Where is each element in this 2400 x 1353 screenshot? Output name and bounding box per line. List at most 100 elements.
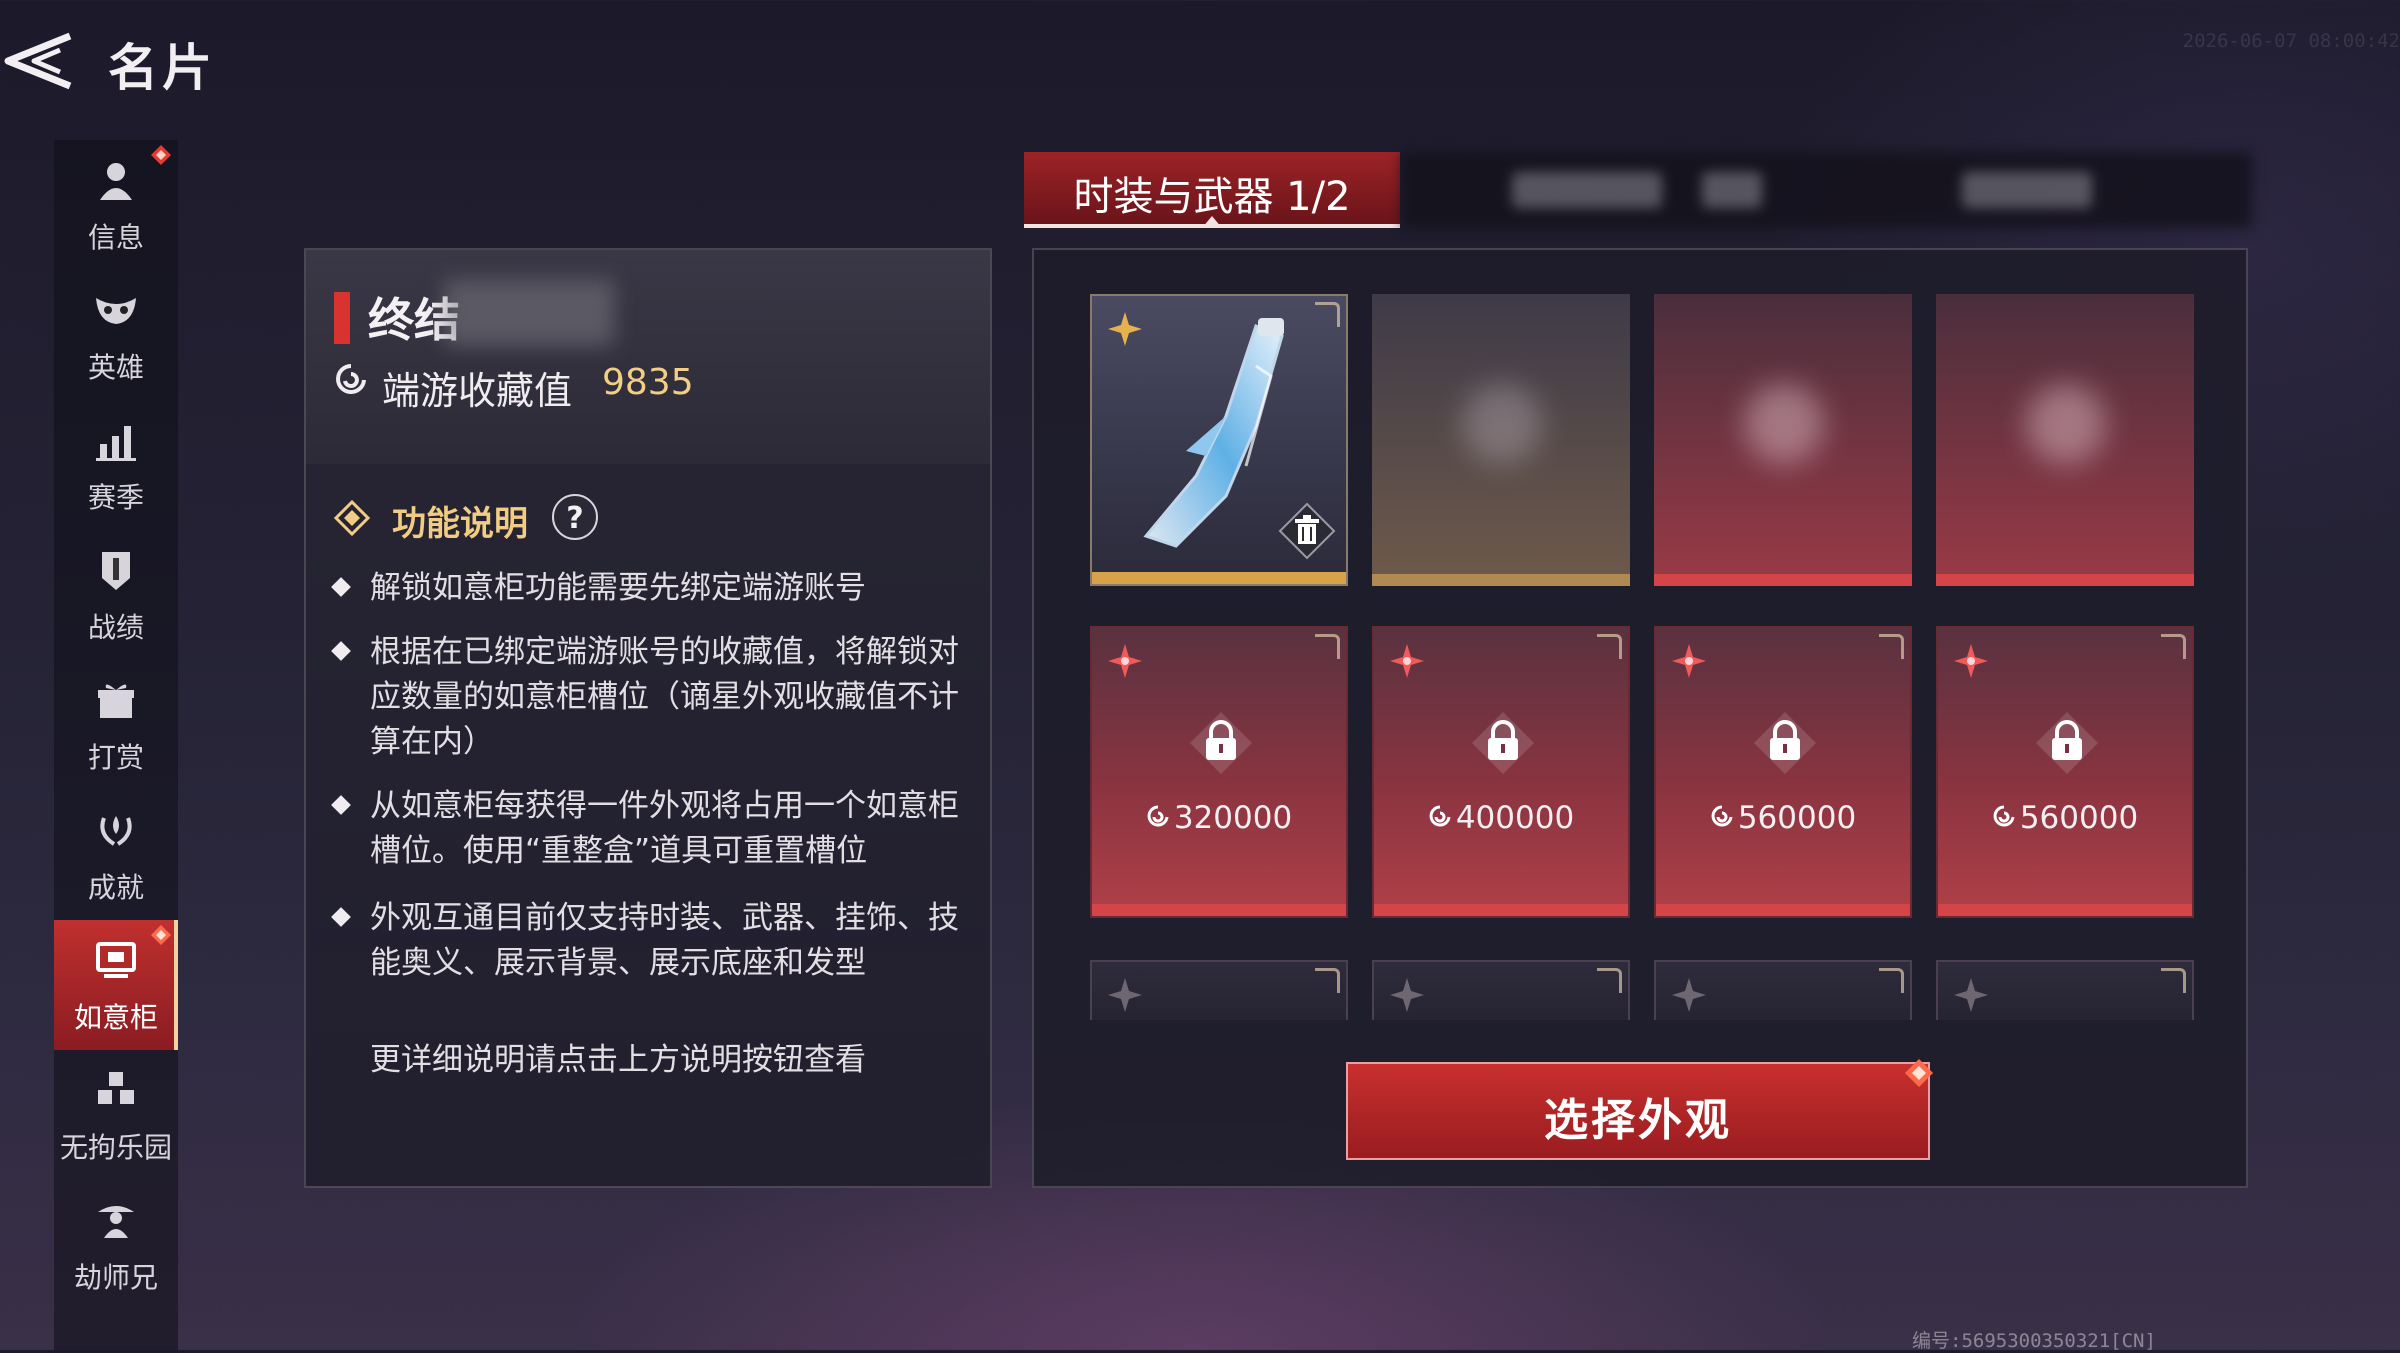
slot-blurred <box>1936 294 2194 586</box>
sidebar-item-brother[interactable]: 劫师兄 <box>54 1180 178 1310</box>
trash-icon[interactable] <box>1278 502 1336 560</box>
blurred-content <box>1744 384 1824 464</box>
tab-caret-icon <box>1202 216 1222 228</box>
mask-icon <box>96 298 136 324</box>
corner-ornament <box>1315 634 1340 659</box>
lock-icon <box>1190 712 1252 774</box>
corner-ornament <box>1879 634 1904 659</box>
tab-outfit-weapon[interactable]: 时装与武器 1/2 <box>1024 152 1400 228</box>
tab-bar-blurred <box>1402 152 2252 228</box>
collection-swirl-icon <box>1429 805 1451 827</box>
cabinet-slot-panel: 320000 400000 560000 560000 <box>1032 248 2248 1188</box>
page-title: 名片 <box>108 39 216 97</box>
cubes-icon <box>98 1072 134 1104</box>
help-item: 解锁如意柜功能需要先绑定端游账号 <box>331 566 960 611</box>
corner-ornament <box>1879 968 1904 993</box>
laurel-icon <box>100 816 132 846</box>
cabinet-icon <box>96 942 136 978</box>
help-footer: 更详细说明请点击上方说明按钮查看 <box>370 1042 866 1078</box>
slot-empty[interactable] <box>1372 960 1630 1020</box>
price-value: 560000 <box>2019 800 2139 836</box>
slot-equipped-weapon[interactable] <box>1090 294 1348 586</box>
bar-chart-icon <box>96 426 136 461</box>
gray-star-icon <box>1390 978 1424 1012</box>
red-star-icon <box>1108 644 1142 678</box>
sidebar-item-label: 劫师兄 <box>73 1261 158 1294</box>
collection-label: 端游收藏值 <box>382 369 573 413</box>
price-value: 560000 <box>1737 800 1857 836</box>
select-appearance-button[interactable]: 选择外观 <box>1346 1059 1933 1160</box>
sidebar-item-label: 战绩 <box>87 611 144 644</box>
sidebar-item-record[interactable]: 战绩 <box>54 530 178 660</box>
price-value: 400000 <box>1455 800 1575 836</box>
slot-locked[interactable]: 400000 <box>1372 626 1630 918</box>
help-item-text: 解锁如意柜功能需要先绑定端游账号 <box>370 570 866 606</box>
notification-badge-icon <box>151 145 171 165</box>
slot-locked[interactable]: 320000 <box>1090 626 1348 918</box>
blurred-tab <box>1512 172 1662 208</box>
slot-rarity-bar <box>1372 574 1630 586</box>
player-id: 编号:5695300350321[CN] <box>1912 1330 2156 1352</box>
gray-star-icon <box>1672 978 1706 1012</box>
sidebar-item-park[interactable]: 无拘乐园 <box>54 1050 178 1180</box>
collection-swirl-icon <box>1711 805 1733 827</box>
bullet-icon <box>331 795 351 815</box>
sidebar-item-info[interactable]: 信息 <box>54 140 178 270</box>
collection-swirl-icon <box>1147 805 1169 827</box>
figure-icon <box>98 1206 134 1238</box>
slot-locked[interactable]: 560000 <box>1936 626 2194 918</box>
gold-star-icon <box>1108 312 1142 346</box>
help-item: 外观互通目前仅支持时装、武器、挂饰、技能奥义、展示背景、展示底座和发型 <box>331 896 960 986</box>
lock-icon <box>2036 712 2098 774</box>
slot-empty[interactable] <box>1090 960 1348 1020</box>
price-value: 320000 <box>1173 800 1293 836</box>
collection-swirl-icon <box>336 364 366 394</box>
collection-value: 9835 <box>602 362 694 403</box>
notification-badge-icon <box>1905 1059 1933 1087</box>
blurred-content <box>1462 384 1542 464</box>
help-button[interactable]: ? <box>552 494 598 540</box>
corner-ornament <box>1597 968 1622 993</box>
sidebar-item-achievement[interactable]: 成就 <box>54 790 178 920</box>
lock-icon <box>1472 712 1534 774</box>
help-item-text: 根据在已绑定端游账号的收藏值，将解锁对应数量的如意柜槽位（谪星外观收藏值不计算在… <box>370 634 959 760</box>
gray-star-icon <box>1108 978 1142 1012</box>
bullet-icon <box>331 907 351 927</box>
red-star-icon <box>1672 644 1706 678</box>
sidebar-item-label: 信息 <box>87 221 144 254</box>
slot-rarity-bar <box>1654 574 1912 586</box>
corner-ornament <box>2161 634 2186 659</box>
slot-empty[interactable] <box>1654 960 1912 1020</box>
collection-swirl-icon <box>1993 805 2015 827</box>
slot-rarity-bar <box>1092 572 1346 584</box>
blurred-tab <box>1962 172 2092 208</box>
tab-label: 时装与武器 1/2 <box>1073 174 1351 220</box>
bullet-icon <box>331 641 351 661</box>
corner-ornament <box>2161 968 2186 993</box>
corner-ornament <box>1315 302 1340 327</box>
slot-empty[interactable] <box>1936 960 2194 1020</box>
blurred-content <box>2026 384 2106 464</box>
corner-ornament <box>1597 634 1622 659</box>
help-item: 根据在已绑定端游账号的收藏值，将解锁对应数量的如意柜槽位（谪星外观收藏值不计算在… <box>331 630 960 765</box>
slot-blurred <box>1654 294 1912 586</box>
red-star-icon <box>1954 644 1988 678</box>
shield-icon <box>102 552 130 590</box>
sidebar-nav: 信息 英雄 赛季 战绩 打赏 成就 如意柜 无拘乐园 劫师兄 <box>54 140 178 1350</box>
slot-locked[interactable]: 560000 <box>1654 626 1912 918</box>
back-arrow-icon[interactable] <box>0 30 78 92</box>
sidebar-item-label: 赛季 <box>87 481 144 514</box>
help-item-text: 从如意柜每获得一件外观将占用一个如意柜槽位。使用“重整盒”道具可重置槽位 <box>370 788 959 869</box>
sidebar-item-cabinet[interactable]: 如意柜 <box>54 920 178 1050</box>
sidebar-item-season[interactable]: 赛季 <box>54 400 178 530</box>
red-star-icon <box>1390 644 1424 678</box>
unlock-price: 560000 <box>1656 800 1910 836</box>
slot-rarity-bar <box>1092 904 1346 916</box>
sidebar-item-heroes[interactable]: 英雄 <box>54 270 178 400</box>
diamond-ornament-icon <box>334 500 370 536</box>
name-redaction <box>444 280 614 346</box>
help-item: 从如意柜每获得一件外观将占用一个如意柜槽位。使用“重整盒”道具可重置槽位 <box>331 784 960 874</box>
gift-icon <box>98 684 134 718</box>
sidebar-item-reward[interactable]: 打赏 <box>54 660 178 790</box>
section-title: 功能说明 <box>392 504 528 544</box>
